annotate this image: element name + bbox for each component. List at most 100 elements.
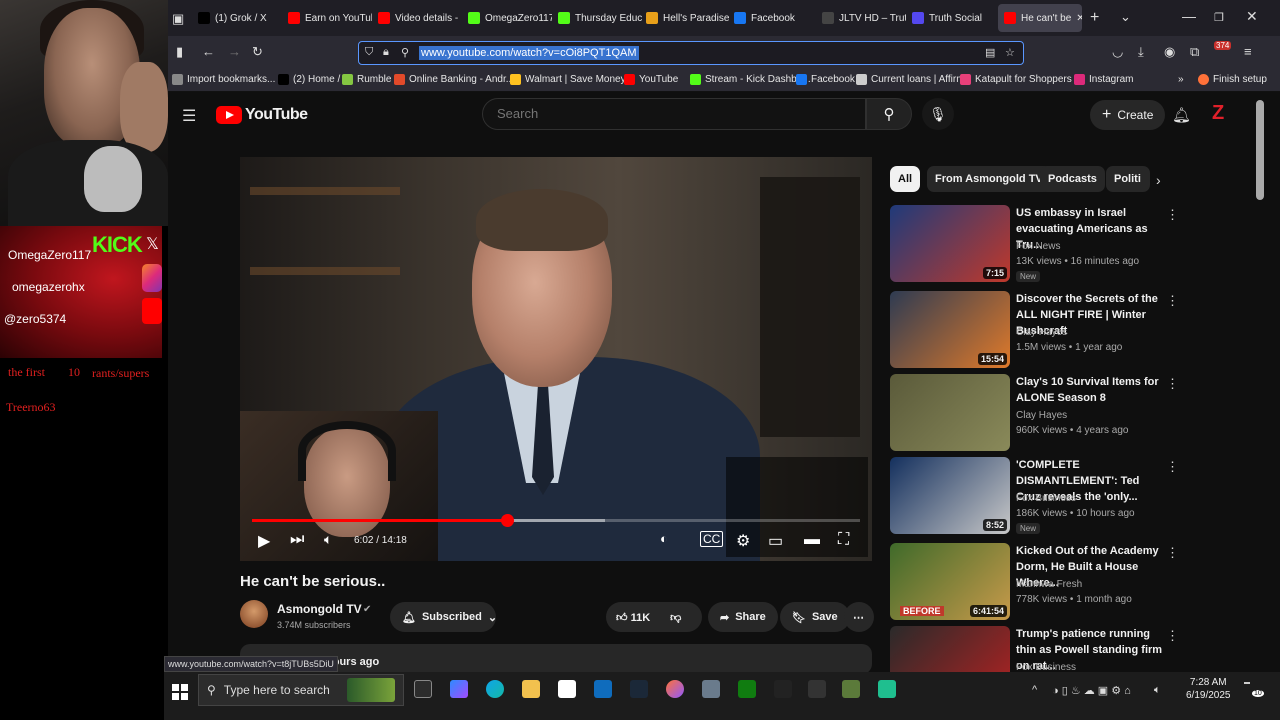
related-video-item[interactable]: BEFORE 6:41:54 Kicked Out of the Academy D… [890,543,1180,623]
tray-icons[interactable]: ◑ ▯ ♨ ☁ ▣ ⚙ ⌂ [1052,684,1131,697]
app-icon[interactable] [774,680,792,698]
firefox-taskbar-icon[interactable] [666,680,684,698]
video-player[interactable]: ▶ ⏭ 🔈︎ 6:02 / 14:18 ◐ CC ⚙ ▭ ▬ ⛶ [240,157,872,561]
back-icon[interactable]: ← [202,44,215,59]
channel-name[interactable]: Asmongold TV [277,602,362,616]
file-explorer-icon[interactable] [522,680,540,698]
video-thumbnail[interactable]: 15:54 [890,291,1010,368]
miniplayer-icon[interactable]: ▭ [768,531,783,551]
tab-1[interactable]: Earn on YouTub [288,4,372,32]
related-video-item[interactable]: 8:52 'COMPLETE DISMANTLEMENT': Ted Cruz r… [890,457,1180,537]
menu-icon[interactable]: ≡ [1244,44,1252,59]
reader-view-icon[interactable]: ▤ [985,46,995,59]
video-thumbnail[interactable] [890,626,1010,672]
url-text[interactable]: www.youtube.com/watch?v=cOi8PQT1QAM [419,46,639,60]
channel-avatar[interactable] [240,600,268,628]
bookmark-item[interactable]: Stream - Kick Dashbo... [690,74,811,85]
tab-5[interactable]: Hell's Paradise [646,4,730,32]
tab-8[interactable]: Truth Social [912,4,996,32]
scrollbar[interactable] [1256,100,1264,200]
like-button[interactable]: 👍︎ 11K [606,611,650,624]
minecraft-icon[interactable] [842,680,860,698]
search-button[interactable]: ⚲ [866,98,912,130]
related-video-channel[interactable]: Fox Business [1016,662,1076,672]
bookmarks-overflow-icon[interactable]: » [1178,74,1184,85]
more-options-icon[interactable]: ⋮ [1166,207,1179,223]
related-video-item[interactable]: 7:15 US embassy in Israel evacuating Amer… [890,205,1180,285]
finish-setup-link[interactable]: Finish setup [1198,74,1267,85]
theater-mode-icon[interactable]: ▬ [804,531,820,549]
related-video-channel[interactable]: Fox Business [1016,493,1076,504]
edge-icon[interactable] [486,680,504,698]
restore-icon[interactable]: ❐ [1214,11,1224,24]
tab-3[interactable]: OmegaZero117 [468,4,552,32]
more-options-icon[interactable]: ⋮ [1166,459,1179,475]
bookmark-item[interactable]: Instagram [1074,74,1133,85]
dislike-button[interactable]: 👎︎ [670,611,681,624]
windows-start-icon[interactable] [172,684,188,700]
bookmark-item[interactable]: Import bookmarks... [172,74,275,85]
voice-search-button[interactable]: 🎙︎ [922,98,954,130]
bookmark-item[interactable]: Facebook [796,74,855,85]
taskbar-search[interactable]: ⚲ Type here to search [198,674,404,706]
pocket-icon[interactable]: ◡ [1112,44,1123,60]
app-icon[interactable] [878,680,896,698]
extension-badge[interactable]: 374 [1214,41,1232,50]
more-actions-button[interactable]: ⋯ [844,602,874,632]
bookmark-item[interactable]: Rumble [342,74,391,85]
minimize-icon[interactable]: — [1182,8,1196,24]
tab-list-icon[interactable]: ▣ [172,11,184,27]
create-button[interactable]: + Create [1090,100,1166,130]
tab-0[interactable]: (1) Grok / X [198,4,282,32]
copilot-icon[interactable] [450,680,468,698]
app-icon[interactable] [702,680,720,698]
sidebar-toggle-icon[interactable]: ▮ [176,44,183,60]
video-thumbnail[interactable]: 7:15 [890,205,1010,282]
related-video-channel[interactable]: Clay Hayes [1016,410,1067,421]
tab-2[interactable]: Video details - [378,4,462,32]
settings-gear-icon[interactable]: ⚙ [736,531,750,551]
volume-tray-icon[interactable]: 🔈︎ [1154,684,1161,697]
chip-podcasts[interactable]: Podcasts [1040,166,1105,192]
bookmark-item[interactable]: Walmart | Save Money... [510,74,633,85]
store-icon[interactable] [558,680,576,698]
volume-icon[interactable]: 🔈︎ [324,531,332,548]
video-thumbnail[interactable] [890,374,1010,451]
lock-icon[interactable]: 🔒︎ [383,46,389,59]
more-options-icon[interactable]: ⋮ [1166,545,1179,561]
play-icon[interactable]: ▶ [258,531,270,551]
system-clock[interactable]: 7:28 AM 6/19/2025 [1186,676,1231,702]
chips-next-chevron-icon[interactable]: › [1156,172,1161,188]
youtube-logo[interactable]: YouTube [216,106,308,124]
forward-icon[interactable]: → [228,44,241,59]
tab-4[interactable]: Thursday Educ [558,4,642,32]
tab-overflow-chevron-icon[interactable]: ⌄ [1120,9,1131,25]
video-thumbnail[interactable]: 8:52 [890,457,1010,534]
bookmark-item[interactable]: (2) Home / X [278,74,350,85]
outlook-icon[interactable] [594,680,612,698]
related-video-item[interactable]: 15:54 Discover the Secrets of the ALL NIG… [890,291,1180,371]
more-options-icon[interactable]: ⋮ [1166,376,1179,392]
captions-icon[interactable]: CC [700,531,724,547]
share-button[interactable]: ➦ Share [708,602,778,632]
new-tab-icon[interactable]: + [1090,9,1099,27]
related-video-item[interactable]: Trump's patience running thin as Powell … [890,626,1180,672]
more-options-icon[interactable]: ⋮ [1166,293,1179,309]
fullscreen-icon[interactable]: ⛶ [838,531,849,549]
search-box[interactable] [482,98,866,130]
task-view-icon[interactable] [414,680,432,698]
related-video-channel[interactable]: Manhwa Fresh [1016,579,1082,590]
search-input[interactable] [483,99,865,128]
bookmark-item[interactable]: Current loans | Affirm [856,74,965,85]
save-button[interactable]: 🔖︎ Save [780,602,850,632]
related-video-item[interactable]: Clay's 10 Survival Items for ALONE Seaso… [890,374,1180,454]
shield-icon[interactable]: ⛉ [365,46,373,59]
next-video-icon[interactable]: ⏭ [290,531,304,549]
chip-politics[interactable]: Politi [1106,166,1150,192]
related-video-channel[interactable]: Fox News [1016,241,1060,252]
chip-from-channel[interactable]: From Asmongold TV [927,166,1051,192]
permissions-icon[interactable]: ⚲ [401,46,409,59]
bookmark-item[interactable]: YouTube [624,74,678,85]
notification-icon[interactable] [1244,682,1250,684]
close-window-icon[interactable]: ✕ [1246,8,1258,25]
